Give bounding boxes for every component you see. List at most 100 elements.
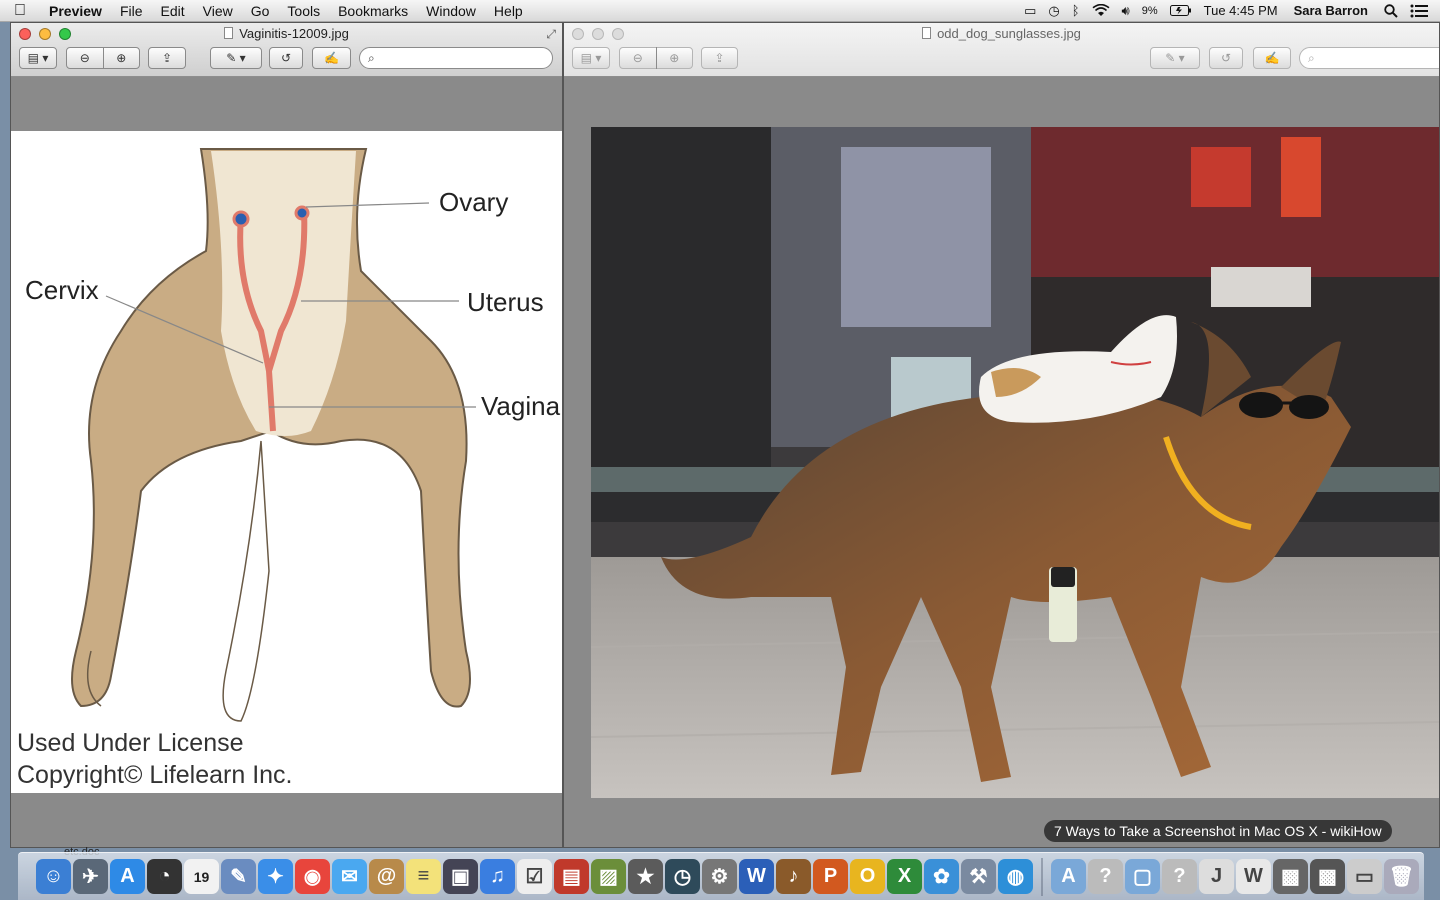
screenshot-2-icon[interactable]: ▩ <box>1310 859 1345 894</box>
dashboard-icon[interactable]: ◔ <box>147 859 182 894</box>
share-button[interactable]: ⇪ <box>148 47 186 69</box>
screenshot-1-icon[interactable]: ▩ <box>1273 859 1308 894</box>
launchpad-icon[interactable]: ✈ <box>73 859 108 894</box>
menu-edit[interactable]: Edit <box>152 3 194 19</box>
window-title: Vaginitis-12009.jpg <box>11 26 562 41</box>
rotate-button[interactable]: ↺ <box>1209 47 1243 69</box>
time-machine-icon[interactable]: ◷ <box>665 859 700 894</box>
network-icon[interactable]: ◍ <box>998 859 1033 894</box>
edit-button[interactable]: ✍ <box>312 47 351 69</box>
search-field[interactable]: ⌕ <box>1299 47 1439 69</box>
dock-separator <box>1041 857 1043 896</box>
sidebar-view-button[interactable]: ▤ ▾ <box>572 47 610 69</box>
trash-icon[interactable]: 🗑 <box>1384 859 1419 894</box>
menu-help[interactable]: Help <box>485 3 532 19</box>
photo-booth-icon[interactable]: ▣ <box>443 859 478 894</box>
screenshot-3-icon[interactable]: ▭ <box>1347 859 1382 894</box>
markup-button[interactable]: ✎ ▾ <box>210 47 262 69</box>
anatomy-diagram: Ovary Cervix Uterus Vagina Used Under Li… <box>11 131 562 793</box>
fullscreen-icon[interactable]: ⤢ <box>546 27 556 42</box>
search-icon: ⌕ <box>368 50 375 65</box>
zoom-in-icon[interactable]: ⊕ <box>656 51 692 65</box>
menu-window[interactable]: Window <box>417 3 485 19</box>
window-title: odd_dog_sunglasses.jpg <box>564 26 1439 41</box>
wifi-icon[interactable] <box>1086 4 1116 17</box>
iphoto-icon[interactable]: ▨ <box>591 859 626 894</box>
document-icon <box>224 27 234 39</box>
utility-icon[interactable]: ⚒ <box>961 859 996 894</box>
word-icon[interactable]: W <box>739 859 774 894</box>
imovie-icon[interactable]: ★ <box>628 859 663 894</box>
jpeg-file-icon[interactable]: J <box>1199 859 1234 894</box>
battery-percent: 9% <box>1141 4 1158 17</box>
document-icon <box>922 27 932 39</box>
menu-tools[interactable]: Tools <box>278 3 329 19</box>
volume-icon[interactable]: 🔊︎ <box>1116 3 1136 19</box>
menu-clock[interactable]: Tue 4:45 PM <box>1198 3 1284 18</box>
excel-icon[interactable]: X <box>887 859 922 894</box>
menu-bar:  Preview File Edit View Go Tools Bookma… <box>0 0 1440 22</box>
calendar-icon[interactable]: 19 <box>184 859 219 894</box>
image-viewport: Ovary Cervix Uterus Vagina Used Under Li… <box>11 77 562 847</box>
label-vagina: Vagina <box>481 391 561 421</box>
copyright-text: Copyright© Lifelearn Inc. <box>17 761 293 789</box>
spotlight-icon[interactable] <box>1378 3 1404 18</box>
dock: ☺ ✈ A ◔ 19 ✎ ✦ ◉ ✉ @ ≡ ▣ ♫ ☑ ▤ ▨ ★ ◷ ⚙ W ♪ P O X ✿ ⚒ ◍ A? ▢? J W ▩ ▩ ▭ 🗑 <box>18 852 1424 900</box>
photo-icon[interactable]: ▤ <box>554 859 589 894</box>
zoom-group: ⊖ ⊕ <box>66 47 140 69</box>
sidebar-view-button[interactable]: ▤ ▾ <box>19 47 57 69</box>
doc-file-icon[interactable]: W <box>1236 859 1271 894</box>
battery-icon[interactable] <box>1164 5 1198 16</box>
chrome-icon[interactable]: ◉ <box>295 859 330 894</box>
zoom-out-icon[interactable]: ⊖ <box>67 51 103 65</box>
preview-icon[interactable]: ✎ <box>221 859 256 894</box>
edit-button[interactable]: ✍ <box>1253 47 1291 69</box>
label-uterus: Uterus <box>467 287 544 317</box>
contacts-icon[interactable]: @ <box>369 859 404 894</box>
license-text: Used Under License <box>17 729 244 757</box>
unknown-app-2-icon[interactable]: ? <box>1162 859 1197 894</box>
outlook-icon[interactable]: O <box>850 859 885 894</box>
applications-folder-icon[interactable]: A <box>1051 859 1086 894</box>
search-field[interactable]: ⌕ <box>359 47 553 69</box>
markup-button[interactable]: ✎ ▾ <box>1150 47 1200 69</box>
zoom-in-icon[interactable]: ⊕ <box>103 51 139 65</box>
airplay-icon[interactable]: ▭ <box>1018 3 1042 19</box>
notification-center-icon[interactable] <box>1404 4 1440 18</box>
reminders-icon[interactable]: ☑ <box>517 859 552 894</box>
window-titlebar[interactable]: Vaginitis-12009.jpg ⤢ ▤ ▾ ⊖ ⊕ ⇪ ✎ ▾ ↺ ✍ ⌕ <box>11 23 562 77</box>
safari-icon[interactable]: ✦ <box>258 859 293 894</box>
menu-view[interactable]: View <box>194 3 242 19</box>
window-titlebar[interactable]: odd_dog_sunglasses.jpg ▤ ▾ ⊖ ⊕ ⇪ ✎ ▾ ↺ ✍ … <box>564 23 1439 77</box>
search-icon: ⌕ <box>1308 50 1315 65</box>
preview-window-diagram: Vaginitis-12009.jpg ⤢ ▤ ▾ ⊖ ⊕ ⇪ ✎ ▾ ↺ ✍ ⌕ <box>10 22 563 848</box>
messages-icon[interactable]: ✉ <box>332 859 367 894</box>
zoom-group: ⊖ ⊕ <box>619 47 693 69</box>
garageband-icon[interactable]: ♪ <box>776 859 811 894</box>
system-preferences-icon[interactable]: ⚙ <box>702 859 737 894</box>
documents-folder-icon[interactable]: ▢ <box>1125 859 1160 894</box>
powerpoint-icon[interactable]: P <box>813 859 848 894</box>
label-cervix: Cervix <box>25 275 99 305</box>
apple-menu-icon[interactable]:  <box>0 2 40 20</box>
menu-app-preview[interactable]: Preview <box>40 3 111 19</box>
menu-file[interactable]: File <box>111 3 152 19</box>
preview-window-dog: odd_dog_sunglasses.jpg ▤ ▾ ⊖ ⊕ ⇪ ✎ ▾ ↺ ✍ … <box>563 22 1440 848</box>
app-store-icon[interactable]: A <box>110 859 145 894</box>
menu-bookmarks[interactable]: Bookmarks <box>329 3 417 19</box>
dog-cat-photo <box>591 127 1439 798</box>
itunes-icon[interactable]: ♫ <box>480 859 515 894</box>
unknown-app-icon[interactable]: ? <box>1088 859 1123 894</box>
zoom-out-icon[interactable]: ⊖ <box>620 51 656 65</box>
user-name[interactable]: Sara Barron <box>1284 3 1378 18</box>
messenger-icon[interactable]: ✿ <box>924 859 959 894</box>
finder-icon[interactable]: ☺ <box>36 859 71 894</box>
image-viewport <box>564 77 1439 847</box>
notes-icon[interactable]: ≡ <box>406 859 441 894</box>
share-button[interactable]: ⇪ <box>701 47 738 69</box>
label-ovary: Ovary <box>439 187 508 217</box>
rotate-button[interactable]: ↺ <box>269 47 303 69</box>
bluetooth-icon[interactable]: ᛒ <box>1066 3 1086 18</box>
time-machine-menu-icon[interactable]: ◷ <box>1042 3 1065 19</box>
menu-go[interactable]: Go <box>242 3 279 19</box>
